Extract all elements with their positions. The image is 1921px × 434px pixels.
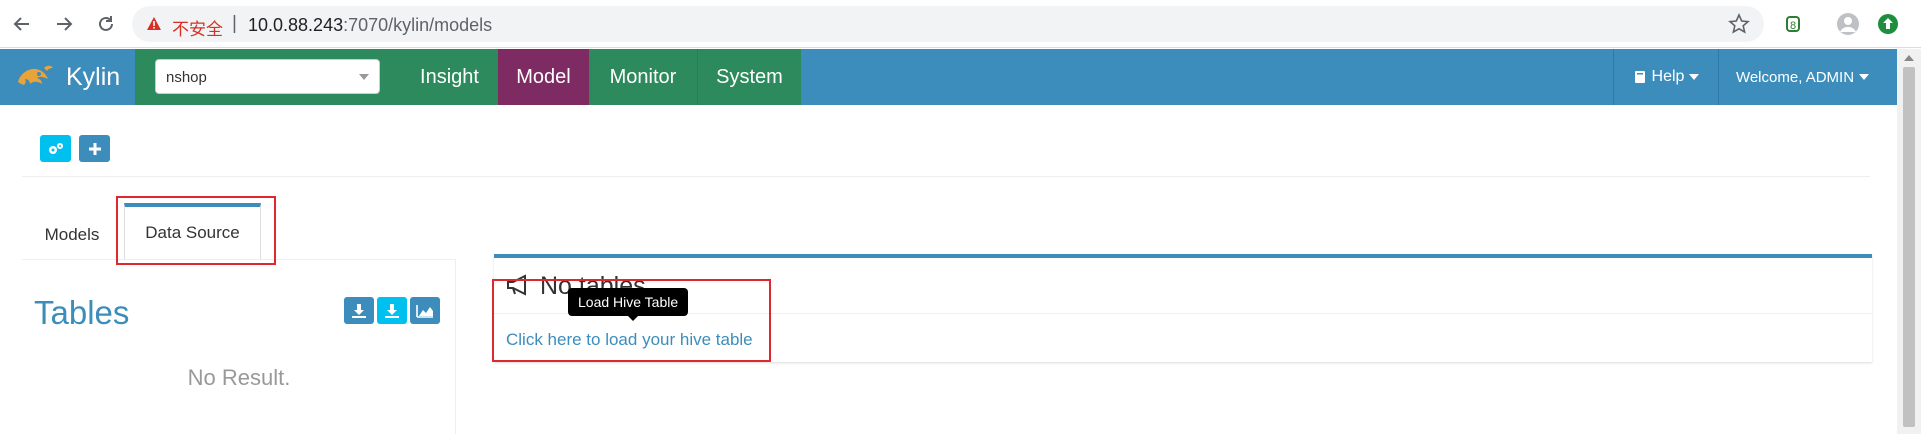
annotation-highlight-load-link <box>492 279 771 362</box>
nav-model[interactable]: Model <box>498 49 589 105</box>
profile-avatar-icon[interactable] <box>1834 10 1862 38</box>
url-separator: | <box>232 13 237 34</box>
extension-glyph-icon: 8 <box>1786 16 1800 32</box>
scroll-up-arrow-icon[interactable] <box>1904 55 1914 61</box>
reload-icon <box>99 16 113 31</box>
project-select[interactable]: nshop <box>155 59 380 94</box>
annotation-highlight-data-source-tab <box>116 196 276 265</box>
tables-empty-text: No Result. <box>187 365 291 390</box>
project-area: nshop <box>135 49 401 105</box>
url-path: :7070/kylin/models <box>343 15 493 35</box>
help-label: Help <box>1651 68 1685 85</box>
back-arrow-icon <box>13 17 29 31</box>
scroll-thumb[interactable] <box>1903 67 1915 427</box>
user-menu[interactable]: Welcome, ADMIN <box>1718 49 1886 105</box>
reload-button[interactable] <box>92 10 120 38</box>
toolbar-divider <box>22 176 1870 177</box>
brand[interactable]: Kylin <box>0 49 135 105</box>
help-menu[interactable]: Help <box>1613 49 1718 105</box>
update-arrow-icon <box>1878 14 1898 34</box>
forward-arrow-icon <box>57 17 73 31</box>
avatar-glyph-icon <box>1837 13 1859 35</box>
svg-text:8: 8 <box>1790 20 1796 32</box>
app-navbar: Kylin nshop Insight Model Monitor System… <box>0 49 1897 105</box>
chevron-down-icon <box>1859 74 1870 80</box>
tables-heading: Tables <box>34 294 130 331</box>
download-icon <box>352 303 366 318</box>
extension-icon[interactable]: 8 <box>1779 10 1807 38</box>
cogs-icon <box>48 142 63 154</box>
bookmark-star-icon[interactable] <box>1728 13 1750 35</box>
add-button[interactable] <box>79 135 110 162</box>
browser-toolbar: 不安全 | 10.0.88.243:7070/kylin/models 8 <box>0 0 1921 48</box>
nav-monitor[interactable]: Monitor <box>589 49 697 105</box>
area-chart-icon <box>416 304 433 318</box>
brand-name: Kylin <box>66 62 121 91</box>
load-hive-table-button[interactable] <box>344 297 374 324</box>
nav-system[interactable]: System <box>697 49 801 105</box>
update-icon[interactable] <box>1874 10 1902 38</box>
kylin-logo-icon <box>18 65 53 85</box>
back-button[interactable] <box>8 10 36 38</box>
book-icon <box>1634 71 1645 83</box>
url-host: 10.0.88.243 <box>248 15 344 35</box>
left-panel-border <box>455 259 456 434</box>
url-text: 10.0.88.243:7070/kylin/models <box>248 15 492 36</box>
page-scrollbar[interactable] <box>1897 49 1921 434</box>
load-hive-table-alt-button[interactable] <box>377 297 407 324</box>
insecure-label: 不安全 <box>172 20 223 39</box>
sample-data-button[interactable] <box>410 297 440 324</box>
address-bar[interactable]: 不安全 | 10.0.88.243:7070/kylin/models <box>132 6 1764 42</box>
settings-button[interactable] <box>40 135 71 162</box>
chevron-down-icon <box>359 74 369 80</box>
welcome-label: Welcome, ADMIN <box>1735 68 1855 86</box>
download-icon <box>385 303 399 318</box>
project-select-value: nshop <box>166 69 207 86</box>
plus-icon <box>88 142 101 155</box>
tab-models[interactable]: Models <box>22 210 122 260</box>
forward-button[interactable] <box>50 10 78 38</box>
nav-insight[interactable]: Insight <box>401 49 498 105</box>
warning-icon <box>147 17 161 30</box>
chevron-down-icon <box>1689 74 1700 80</box>
